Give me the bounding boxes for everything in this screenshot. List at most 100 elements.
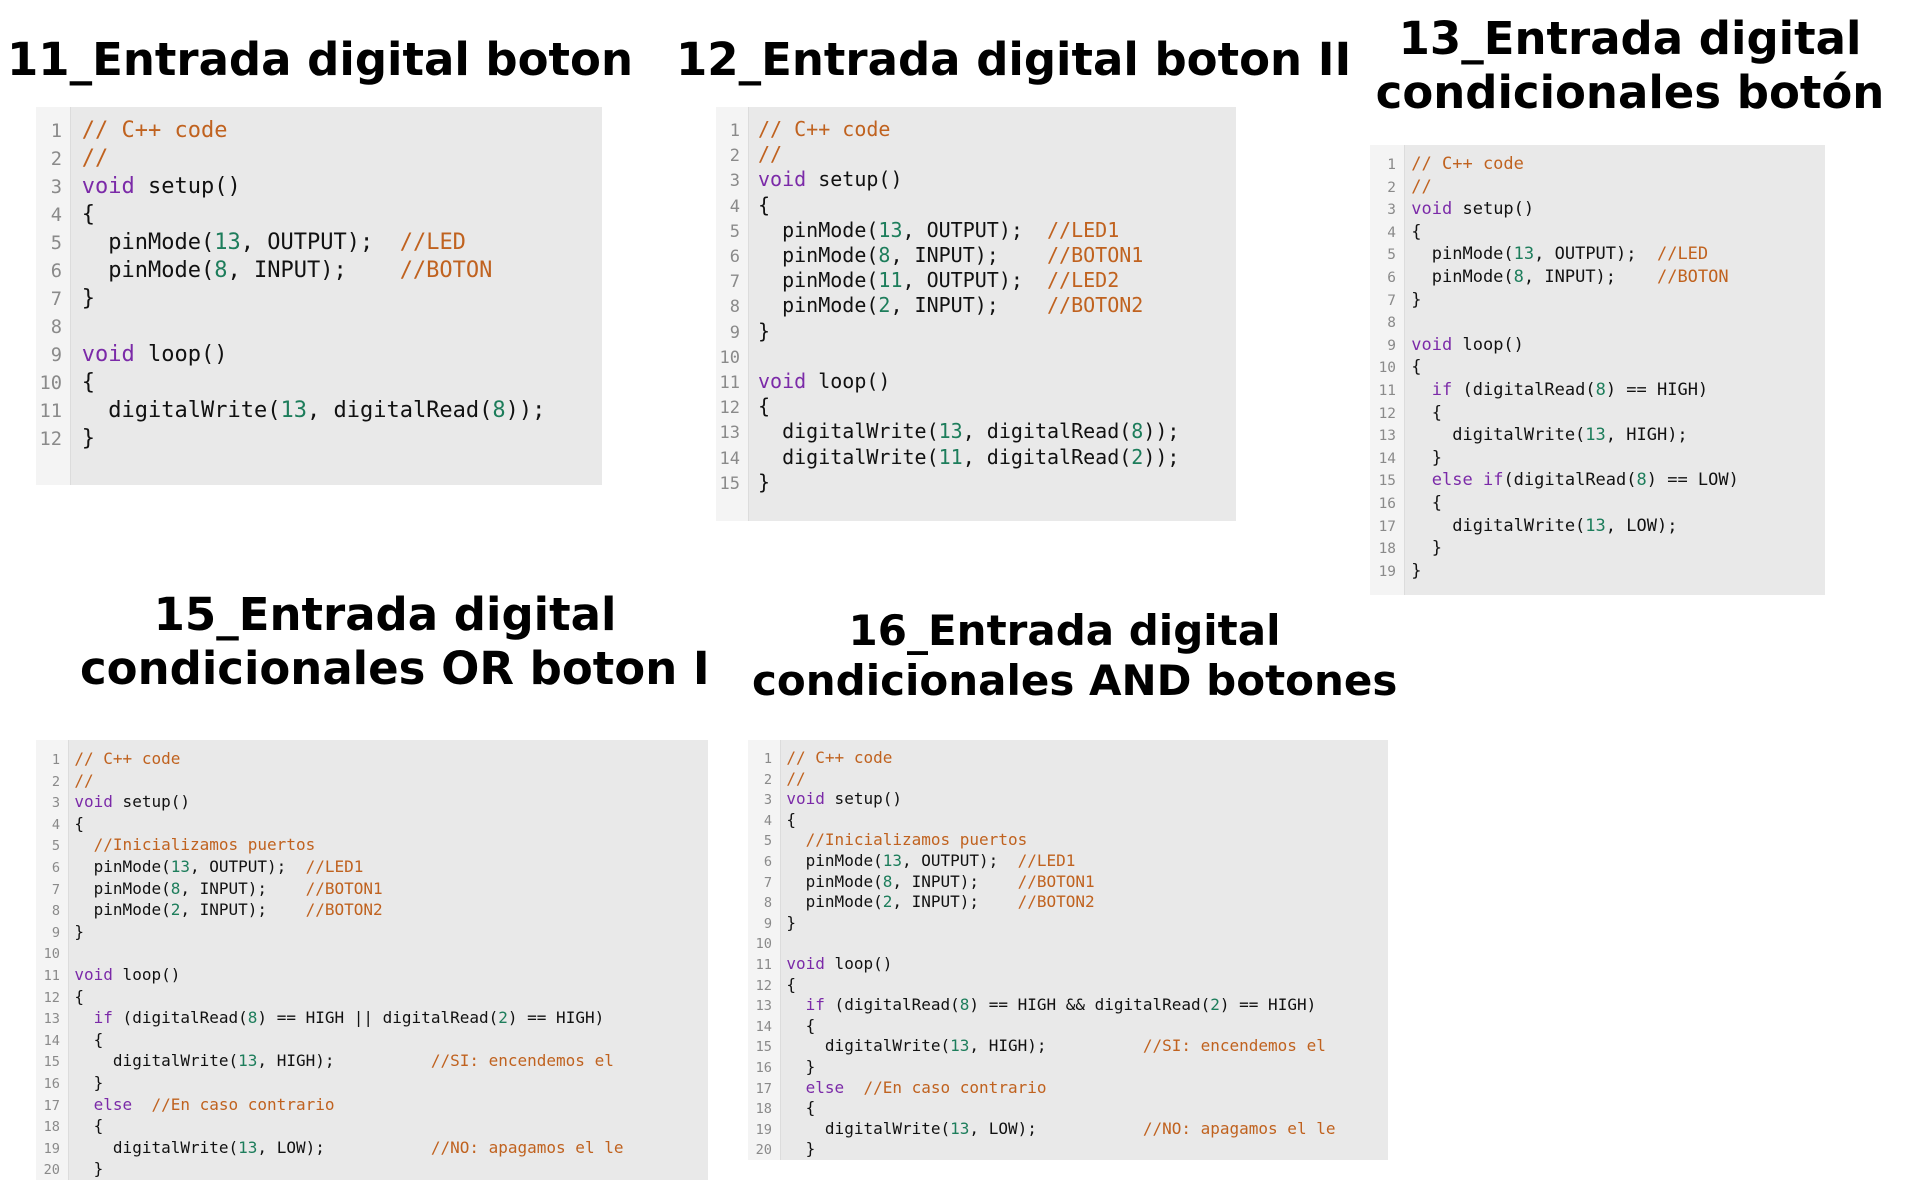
code-comment: // — [81, 146, 109, 171]
code-line: 19} — [1370, 560, 1825, 583]
code-text: } — [786, 912, 797, 932]
code-line: 13 digitalWrite(13, HIGH); — [1370, 424, 1825, 447]
line-number: 7 — [1387, 292, 1396, 309]
code-text: { — [1411, 402, 1443, 423]
panel-11-title-line-1: 11_Entrada digital boton — [6, 33, 634, 86]
code-line: 13 digitalWrite(13, digitalRead(8)); — [716, 419, 1236, 444]
code-text: ) == HIGH) — [507, 1008, 605, 1028]
code-comment: //Inicializamos puertos — [93, 835, 316, 855]
code-line: 16 { — [1370, 492, 1825, 515]
line-number: 11 — [39, 401, 62, 422]
code-line: 3 void setup() — [748, 789, 1388, 810]
code-line: 14 { — [36, 1029, 708, 1051]
line-number: 6 — [50, 261, 62, 282]
code-line: 17 else //En caso contrario — [36, 1094, 708, 1116]
code-line: 14 { — [748, 1016, 1388, 1037]
code-text: { — [758, 192, 771, 217]
code-text: setup() — [134, 174, 241, 199]
line-number: 10 — [755, 936, 772, 953]
code-comment: //LED1 — [1017, 851, 1076, 870]
code-number: 13 — [950, 1036, 970, 1056]
code-line: 2 // — [748, 769, 1388, 790]
code-keyword: else — [805, 1077, 845, 1097]
code-line: 5 pinMode(13, OUTPUT); //LED — [36, 229, 602, 257]
code-line: 10 — [36, 942, 708, 964]
code-line: 12 { — [36, 986, 708, 1008]
code-text: setup() — [806, 167, 903, 192]
code-text: pinMode( — [74, 900, 171, 920]
code-line: 8 pinMode(2, INPUT); //BOTON2 — [36, 899, 708, 921]
line-number: 7 — [50, 289, 62, 310]
code-text: ) == HIGH) — [1219, 995, 1317, 1015]
code-text: } — [758, 469, 771, 494]
code-line: 3 void setup() — [36, 173, 602, 201]
line-number: 1 — [763, 751, 772, 767]
code-comment: // — [1411, 176, 1432, 197]
code-line: 7} — [36, 285, 602, 313]
line-number: 11 — [755, 957, 772, 973]
code-line: 6 pinMode(13, OUTPUT); //LED1 — [36, 856, 708, 878]
code-line: 11 void loop() — [36, 964, 708, 986]
code-comment: // C++ code — [1411, 154, 1524, 174]
code-line: 8 pinMode(2, INPUT); //BOTON2 — [716, 293, 1236, 318]
code-line: 15 else if(digitalRead(8) == LOW) — [1370, 469, 1825, 492]
code-line: 15} — [716, 470, 1236, 495]
code-text: } — [786, 1057, 816, 1076]
line-number: 16 — [755, 1060, 772, 1076]
code-number: 13 — [950, 1118, 970, 1138]
code-number: 13 — [214, 230, 241, 255]
code-text: , OUTPUT); — [902, 217, 1048, 242]
code-text: setup() — [824, 789, 902, 809]
code-line: 7 pinMode(11, OUTPUT); //LED2 — [716, 268, 1236, 293]
code-comment: // C++ code — [758, 117, 891, 141]
code-line: 10 — [748, 933, 1388, 954]
line-number: 3 — [763, 792, 772, 809]
code-number: 11 — [938, 444, 963, 469]
code-text: } — [758, 318, 771, 343]
code-text: digitalWrite( — [74, 1051, 239, 1071]
code-text: { — [786, 1015, 816, 1035]
panel-13-title-line-1: 13_Entrada digital — [1398, 12, 1862, 65]
code-comment: //BOTON2 — [1047, 293, 1144, 318]
line-number: 16 — [43, 1076, 60, 1092]
code-line: 5 pinMode(13, OUTPUT); //LED — [1370, 243, 1825, 266]
code-line: 6 pinMode(8, INPUT); //BOTON — [36, 257, 602, 285]
line-number: 13 — [755, 998, 772, 1015]
code-text: pinMode( — [758, 243, 879, 267]
line-number: 9 — [50, 345, 62, 366]
line-number: 15 — [719, 473, 740, 494]
code-number: 8 — [1595, 380, 1606, 400]
panel-15-code-block: 1// C++ code 2//3 void setup() 4{5 //Inicia… — [36, 740, 708, 1180]
code-text: , LOW); — [969, 1118, 1143, 1138]
code-line: 9} — [748, 913, 1388, 934]
line-number: 13 — [43, 1011, 60, 1028]
code-comment: // C++ code — [81, 118, 228, 143]
code-text: setup() — [112, 792, 190, 812]
line-number: 6 — [1387, 270, 1396, 286]
line-number: 9 — [51, 924, 60, 941]
code-line: 15 digitalWrite(13, HIGH); //SI: encende… — [36, 1050, 708, 1072]
code-number: 8 — [492, 398, 506, 423]
code-text: digitalWrite( — [81, 398, 281, 423]
code-text: { — [74, 1116, 104, 1136]
code-line: 14 } — [1370, 447, 1825, 470]
line-number: 15 — [43, 1054, 60, 1071]
line-number: 4 — [763, 812, 772, 829]
line-number: 4 — [50, 205, 62, 226]
line-number: 18 — [43, 1119, 60, 1136]
code-text: { — [74, 986, 85, 1006]
code-line: 4{ — [1370, 221, 1825, 244]
line-number: 5 — [51, 838, 60, 855]
line-number: 3 — [51, 795, 60, 812]
code-line: 10 { — [1370, 356, 1825, 379]
code-number: 8 — [1131, 419, 1144, 444]
code-number: 2 — [170, 900, 181, 920]
line-number: 14 — [755, 1018, 772, 1035]
line-number: 2 — [729, 146, 740, 167]
code-text: )); — [505, 398, 546, 423]
line-number: 8 — [51, 903, 60, 920]
code-text: , digitalRead( — [962, 444, 1132, 469]
